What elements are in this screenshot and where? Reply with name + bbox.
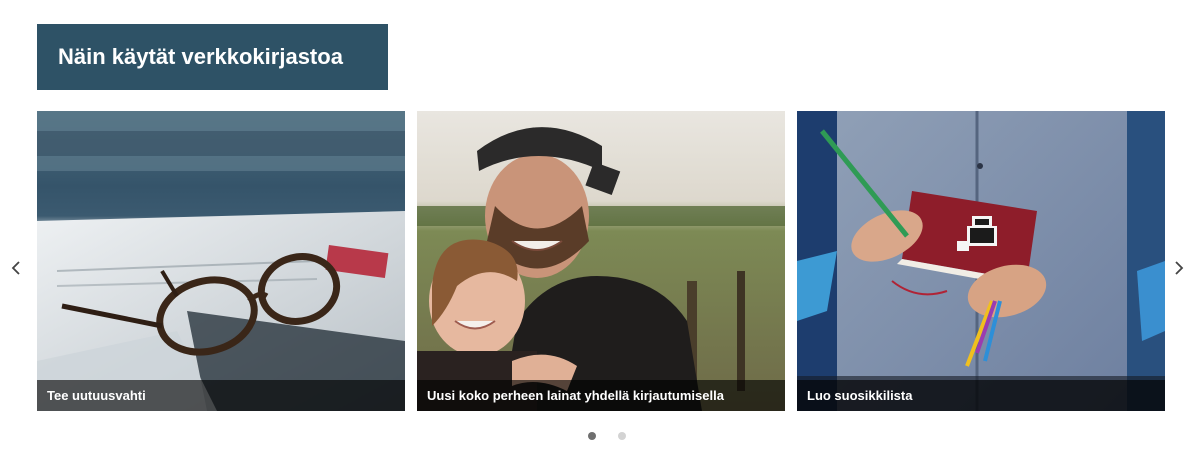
carousel-next-button[interactable] — [1166, 255, 1190, 281]
card-image — [37, 111, 405, 411]
card-caption: Tee uutuusvahti — [37, 380, 405, 411]
carousel-card[interactable]: Luo suosikkilista — [797, 111, 1165, 411]
chevron-left-icon — [11, 261, 20, 275]
carousel-section: Näin käytät verkkokirjastoa Tee uutuusva… — [0, 0, 1204, 463]
card-image — [417, 111, 785, 411]
carousel-card[interactable]: Uusi koko perheen lainat yhdellä kirjaut… — [417, 111, 785, 411]
section-title: Näin käytät verkkokirjastoa — [37, 24, 388, 90]
card-caption: Uusi koko perheen lainat yhdellä kirjaut… — [417, 380, 785, 411]
pagination-dot-active[interactable] — [588, 432, 596, 440]
card-caption: Luo suosikkilista — [797, 380, 1165, 411]
pagination-dot[interactable] — [618, 432, 626, 440]
chevron-right-icon — [1175, 261, 1184, 275]
card-image — [797, 111, 1165, 411]
carousel-card[interactable]: Tee uutuusvahti — [37, 111, 405, 411]
carousel-prev-button[interactable] — [5, 255, 29, 281]
